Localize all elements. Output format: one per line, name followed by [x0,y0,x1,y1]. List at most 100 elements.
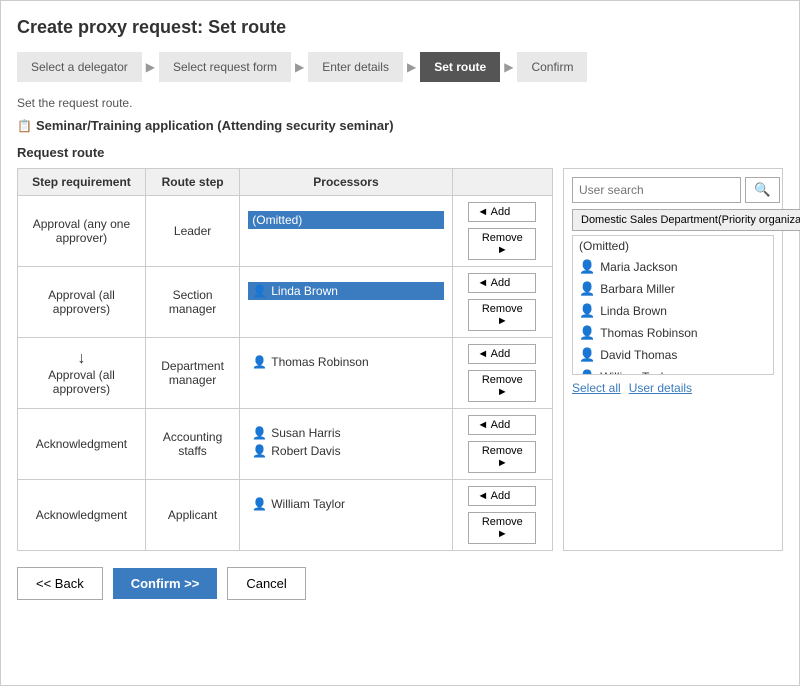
col-header-route-step: Route step [145,169,239,196]
search-row: 🔍 [572,177,774,203]
wizard-steps: Select a delegator ▶ Select request form… [17,52,783,82]
route-container: Step requirement Route step Processors A… [17,168,783,551]
user-list-item[interactable]: 👤 Barbara Miller [573,278,773,300]
action-buttons: ◄ Add Remove ► [461,202,544,260]
wizard-step-select-delegator[interactable]: Select a delegator [17,52,142,82]
select-all-link[interactable]: Select all [572,381,621,395]
table-row: Approval (any one approver)Leader (Omitte… [18,196,553,267]
user-list-item[interactable]: 👤 Maria Jackson [573,256,773,278]
remove-button[interactable]: Remove ► [468,370,536,402]
user-list-item[interactable]: 👤 Thomas Robinson [573,322,773,344]
user-icon: 👤 [579,281,595,297]
search-button[interactable]: 🔍 [745,177,780,203]
processors-cell: 👤 Linda Brown [240,267,452,338]
step-req-cell: Acknowledgment [18,480,146,551]
route-step-cell: Accounting staffs [145,409,239,480]
actions-cell: ◄ Add Remove ► [452,409,552,480]
wizard-step-confirm[interactable]: Confirm [517,52,587,82]
add-button[interactable]: ◄ Add [468,273,536,293]
add-button[interactable]: ◄ Add [468,344,536,364]
col-header-step-req: Step requirement [18,169,146,196]
processors-cell: (Omitted) [240,196,452,267]
route-step-cell: Section manager [145,267,239,338]
processor-item[interactable]: 👤William Taylor [248,495,443,513]
wizard-step-enter-details[interactable]: Enter details [308,52,403,82]
remove-button[interactable]: Remove ► [468,441,536,473]
user-name: Linda Brown [600,304,667,318]
processors-cell: 👤 Thomas Robinson [240,338,452,409]
confirm-button[interactable]: Confirm >> [113,568,218,599]
user-icon: 👤 [579,259,595,275]
list-links: Select all User details [572,381,774,395]
col-header-actions [452,169,552,196]
route-step-cell: Applicant [145,480,239,551]
processor-name: William Taylor [271,497,345,511]
user-icon: 👤 [252,426,267,440]
bottom-bar: << Back Confirm >> Cancel [17,567,783,600]
cancel-button[interactable]: Cancel [227,567,305,600]
back-button[interactable]: << Back [17,567,103,600]
processor-name: Thomas Robinson [271,355,368,369]
remove-button[interactable]: Remove ► [468,228,536,260]
user-icon: 👤 [579,303,595,319]
processor-item[interactable]: 👤 Susan Harris [248,424,443,442]
processor-item[interactable]: 👤 Robert Davis [248,442,443,460]
processor-item[interactable]: 👤 Linda Brown [248,282,443,300]
col-header-processors: Processors [240,169,452,196]
remove-button[interactable]: Remove ► [468,299,536,331]
add-button[interactable]: ◄ Add [468,486,536,506]
table-row: AcknowledgmentAccounting staffs 👤 Susan Ha… [18,409,553,480]
wizard-step-set-route[interactable]: Set route [420,52,500,82]
form-label: 📋 Seminar/Training application (Attendin… [17,118,783,133]
search-input[interactable] [572,177,741,203]
step-req-text: Approval (all approvers) [48,368,115,396]
actions-cell: ◄ Add Remove ► [452,480,552,551]
wizard-arrow-4: ▶ [500,60,517,74]
actions-cell: ◄ Add Remove ► [452,196,552,267]
step-req-cell: Acknowledgment [18,409,146,480]
wizard-arrow-3: ▶ [403,60,420,74]
right-panel: 🔍 Domestic Sales Department(Priority org… [563,168,783,551]
step-req-cell: Approval (any one approver) [18,196,146,267]
wizard-arrow-2: ▶ [291,60,308,74]
user-name: Thomas Robinson [600,326,697,340]
section-title: Request route [17,145,783,160]
user-icon: 👤 [252,355,267,369]
processor-item[interactable]: (Omitted) [248,211,443,229]
user-list-item[interactable]: 👤 William Taylor [573,366,773,375]
user-list-item[interactable]: 👤 Linda Brown [573,300,773,322]
user-details-link[interactable]: User details [629,381,692,395]
processor-name: Susan Harris [271,426,340,440]
dept-select-row: Domestic Sales Department(Priority organ… [572,209,774,231]
processors-cell: 👤 Susan Harris 👤 Robert Davis [240,409,452,480]
user-icon: 👤 [579,347,595,363]
user-list-item[interactable]: 👤 David Thomas [573,344,773,366]
add-button[interactable]: ◄ Add [468,202,536,222]
wizard-step-select-form[interactable]: Select request form [159,52,291,82]
user-icon: 👤 [252,284,267,298]
route-step-cell: Leader [145,196,239,267]
user-name: David Thomas [600,348,677,362]
processors-cell: 👤William Taylor [240,480,452,551]
user-icon: 👤 [579,369,595,375]
page-title: Create proxy request: Set route [17,17,783,38]
processor-name: (Omitted) [252,213,302,227]
user-icon: 👤 [579,325,595,341]
table-row: Approval (all approvers)Section manager👤… [18,267,553,338]
user-name: Barbara Miller [600,282,675,296]
user-icon: 👤 [252,444,267,458]
remove-button[interactable]: Remove ► [468,512,536,544]
wizard-arrow-1: ▶ [142,60,159,74]
processor-item[interactable]: 👤 Thomas Robinson [248,353,443,371]
user-name: William Taylor [600,370,674,375]
action-buttons: ◄ Add Remove ► [461,486,544,544]
processor-name: Robert Davis [271,444,340,458]
table-row: AcknowledgmentApplicant 👤William Taylor ◄… [18,480,553,551]
action-buttons: ◄ Add Remove ► [461,344,544,402]
user-name: Maria Jackson [600,260,677,274]
add-button[interactable]: ◄ Add [468,415,536,435]
form-label-icon: 📋 [17,119,32,133]
processor-name: Linda Brown [271,284,338,298]
user-list-item[interactable]: (Omitted) [573,236,773,256]
dept-select[interactable]: Domestic Sales Department(Priority organ… [572,209,800,231]
